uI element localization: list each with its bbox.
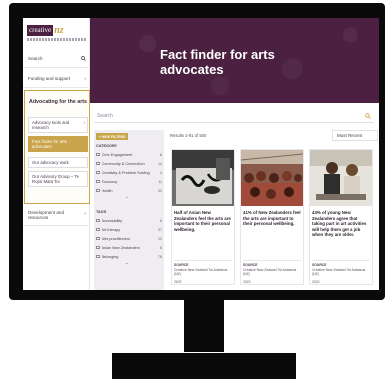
card-title: Half of Asian New Zealanders feel the ar… (174, 210, 231, 232)
card-year: 2022 (174, 280, 182, 284)
sidebar-item-advocacy-tools[interactable]: Advocacy tools and research › (28, 117, 88, 133)
chevron-right-icon: › (84, 75, 86, 82)
logo[interactable]: creative nz (27, 24, 87, 36)
checkbox[interactable] (96, 170, 100, 175)
checkbox[interactable] (96, 236, 100, 241)
page-header: Fact finder for arts advocates (90, 18, 379, 103)
filter-category-heading: CATEGORY (96, 144, 118, 148)
monitor-stand-base (112, 353, 296, 379)
filter-option[interactable]: Health 32 (96, 187, 162, 194)
sidebar-item-label: Advocacy tools and research (32, 120, 70, 130)
checkbox[interactable] (96, 227, 100, 232)
results-count: Results 1-91 of 500 (170, 133, 207, 138)
result-card[interactable]: Half of Asian New Zealanders feel the ar… (171, 149, 235, 285)
filter-tags-heading: TAGS (96, 210, 107, 214)
sidebar-item-fact-finder[interactable]: Fact finder for arts advocates (28, 136, 88, 152)
card-image-youth (310, 150, 372, 206)
sidebar-item-search[interactable]: Search (23, 50, 90, 68)
hide-filters-button[interactable]: + HIDE FILTERS (96, 133, 128, 140)
card-image-calligraphy (172, 150, 234, 206)
card-year: 2022 (243, 280, 251, 284)
result-card[interactable]: 43% of young New Zealanders agree that t… (309, 149, 373, 285)
sort-dropdown[interactable]: Most Recent (332, 130, 378, 141)
sidebar-item-label: Funding and support (28, 76, 71, 81)
website-screen: creative nz Search Funding and support ›… (23, 18, 379, 290)
chevron-down-icon[interactable]: ⌄ (125, 194, 129, 200)
logo-wordmark: creative (27, 24, 54, 36)
divider (174, 260, 232, 261)
card-title: 41% of New Zealanders feel the arts are … (243, 210, 301, 226)
search-icon[interactable] (365, 112, 371, 119)
checkbox[interactable] (96, 245, 100, 250)
divider (243, 260, 301, 261)
chevron-down-icon[interactable]: ⌄ (125, 260, 129, 266)
checkbox[interactable] (96, 152, 100, 157)
filters-panel: + HIDE FILTERS CATEGORY Civic Engagement… (94, 130, 164, 290)
sidebar-item-development[interactable]: Development and resources › (23, 204, 90, 226)
sidebar-section-advocacy: Advocating for the arts Advocacy tools a… (24, 90, 90, 204)
card-source: Creative New Zealand Toi Aotearoa (NZ) (243, 268, 297, 276)
checkbox[interactable] (96, 161, 100, 166)
filter-option[interactable]: Community & Connection 14 (96, 160, 162, 167)
search-input[interactable]: Search (94, 109, 374, 123)
logo-accent: nz (54, 24, 64, 36)
sidebar: creative nz Search Funding and support ›… (23, 18, 90, 290)
chevron-right-icon: › (83, 120, 85, 125)
filter-option[interactable]: Art therapy 37 (96, 226, 162, 233)
card-source-label: SOURCE (312, 263, 327, 267)
checkbox[interactable] (96, 218, 100, 223)
sidebar-item-advisory-group[interactable]: Our Advisory Group – Te Ropū Mata Toi (28, 171, 88, 187)
sidebar-item-label: Our Advisory Group – Te Ropū Mata Toi (32, 174, 79, 184)
card-source-label: SOURCE (174, 263, 189, 267)
card-year: 2022 (312, 280, 320, 284)
sidebar-item-advocacy-work[interactable]: Our advocacy work (28, 157, 88, 168)
card-source-label: SOURCE (243, 263, 258, 267)
card-source: Creative New Zealand Toi Aotearoa (NZ) (312, 268, 366, 276)
filter-option[interactable]: Asian New Zealanders 6 (96, 244, 162, 251)
card-source: Creative New Zealand Toi Aotearoa (NZ) (174, 268, 228, 276)
card-title: 43% of young New Zealanders agree that t… (312, 210, 367, 237)
filter-option[interactable]: Belonging 78 (96, 253, 162, 260)
result-card[interactable]: 41% of New Zealanders feel the arts are … (240, 149, 304, 285)
monitor-stand-neck (184, 300, 224, 352)
sidebar-item-label: Fact finder for arts advocates (32, 139, 67, 149)
sidebar-item-label: Development and resources (28, 209, 65, 220)
search-icon (81, 56, 86, 61)
sidebar-item-label: Our advocacy work (32, 160, 69, 165)
checkbox[interactable] (96, 179, 100, 184)
checkbox[interactable] (96, 254, 100, 259)
filter-option[interactable]: Civic Engagement 8 (96, 151, 162, 158)
sidebar-item-funding[interactable]: Funding and support › (23, 70, 90, 88)
checkbox[interactable] (96, 188, 100, 193)
filter-option[interactable]: Economy 11 (96, 178, 162, 185)
divider (312, 260, 370, 261)
logo-tagline (27, 38, 87, 41)
card-image-audience (241, 150, 303, 206)
chevron-right-icon: › (84, 211, 86, 217)
page-title: Fact finder for arts advocates (160, 47, 275, 77)
sidebar-item-label: Search (28, 56, 43, 61)
search-placeholder: Search (97, 112, 113, 119)
sidebar-section-title: Advocating for the arts (29, 99, 87, 105)
filter-option[interactable]: Arts practitioners 12 (96, 235, 162, 242)
filter-option[interactable]: Accessibility 8 (96, 217, 162, 224)
filter-option[interactable]: Creativity & Problem Solving 4 (96, 169, 162, 176)
